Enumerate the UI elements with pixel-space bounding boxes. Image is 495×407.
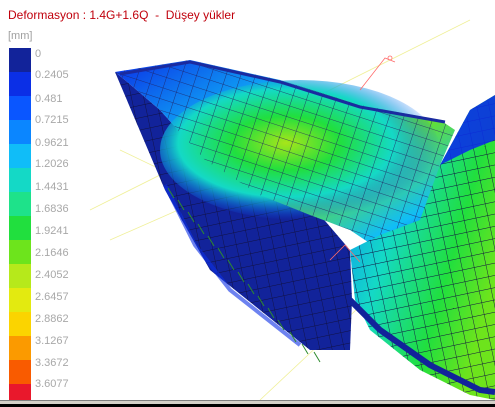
- legend-label: 2.4052: [35, 269, 69, 281]
- legend-swatch: [9, 96, 31, 120]
- legend-label: 0.9621: [35, 137, 69, 149]
- legend-swatch: [9, 72, 31, 96]
- legend-label: 1.4431: [35, 181, 69, 193]
- legend-label: 1.2026: [35, 158, 69, 170]
- legend-swatch: [9, 312, 31, 336]
- legend-label: 2.1646: [35, 247, 69, 259]
- window-bottom-border: [0, 400, 495, 407]
- fem-viewport[interactable]: Deformasyon : 1.4G+1.6Q - Düşey yükler […: [0, 0, 495, 400]
- legend-label: 0: [35, 48, 42, 60]
- legend-label: 1.9241: [35, 225, 69, 237]
- legend-swatch: [9, 264, 31, 288]
- legend-swatch: [9, 192, 31, 216]
- legend-swatch: [9, 336, 31, 360]
- legend-label: 3.6077: [35, 378, 69, 390]
- deformation-plot[interactable]: [0, 0, 495, 400]
- legend-label: 3.3672: [35, 357, 69, 369]
- legend-label: 0.481: [35, 93, 63, 105]
- legend-swatch: [9, 48, 31, 72]
- legend-label: 0.7215: [35, 114, 69, 126]
- legend-swatch: [9, 360, 31, 384]
- legend-swatch: [9, 120, 31, 144]
- legend-label: 0.2405: [35, 69, 69, 81]
- legend-swatch: [9, 288, 31, 312]
- legend-label: 3.1267: [35, 335, 69, 347]
- legend-swatch: [9, 144, 31, 168]
- legend-swatch: [9, 168, 31, 192]
- plot-title: Deformasyon : 1.4G+1.6Q - Düşey yükler: [8, 8, 236, 22]
- legend-label: 1.6836: [35, 203, 69, 215]
- legend-label: 2.8862: [35, 313, 69, 325]
- legend-label: 2.6457: [35, 291, 69, 303]
- legend-swatch: [9, 240, 31, 264]
- legend-swatch: [9, 384, 31, 400]
- unit-label: [mm]: [8, 30, 33, 42]
- legend-swatch: [9, 216, 31, 240]
